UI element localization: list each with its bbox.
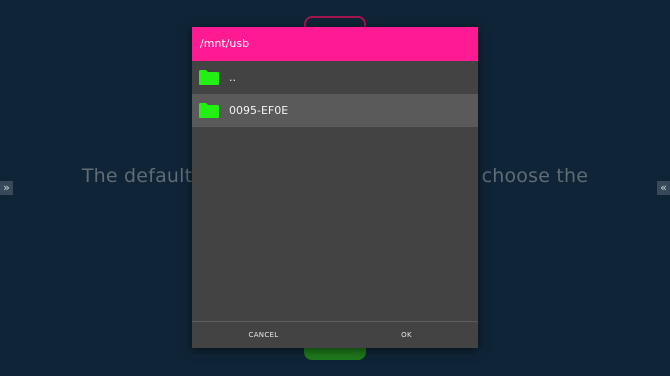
current-path: /mnt/usb — [192, 27, 478, 61]
file-chooser-dialog: /mnt/usb .. 0095-EF0E CANCEL OK — [192, 27, 478, 348]
left-panel-arrow[interactable]: » — [0, 181, 13, 195]
background-message-right: e choose the — [463, 165, 589, 187]
list-item-parent-directory[interactable]: .. — [192, 61, 478, 94]
list-item-0095-ef0e[interactable]: 0095-EF0E — [192, 94, 478, 127]
background-message-left: The default f — [81, 165, 206, 187]
folder-icon — [199, 103, 219, 118]
cancel-button[interactable]: CANCEL — [192, 322, 335, 348]
right-panel-arrow[interactable]: « — [657, 181, 670, 195]
screen: The default f e choose the » « /mnt/usb .… — [0, 0, 670, 376]
list-item-label: 0095-EF0E — [229, 104, 289, 117]
list-item-label: .. — [229, 71, 236, 84]
dialog-actions: CANCEL OK — [192, 321, 478, 348]
folder-icon — [199, 70, 219, 85]
ok-button[interactable]: OK — [335, 322, 478, 348]
